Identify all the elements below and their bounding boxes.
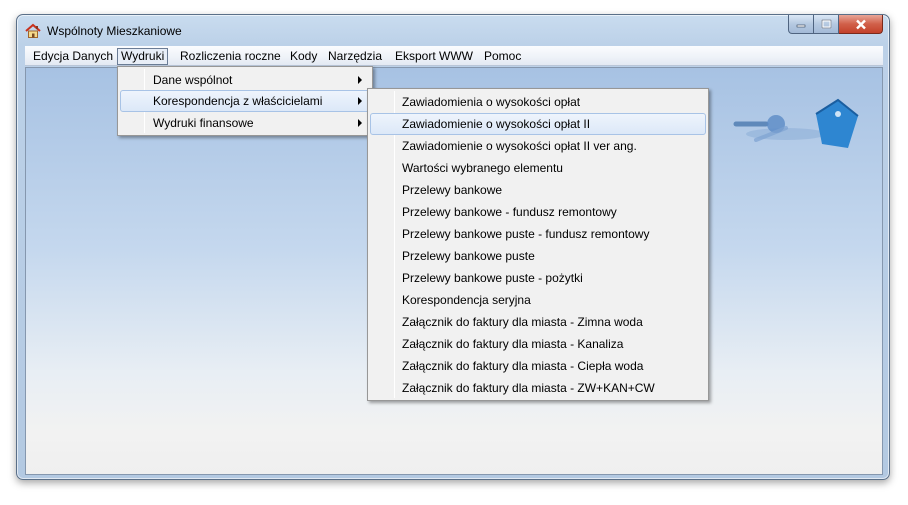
- menu-item-zalacznik-ciepla-woda[interactable]: Załącznik do faktury dla miasta - Ciepła…: [370, 355, 706, 377]
- menu-item-korespondencja-seryjna[interactable]: Korespondencja seryjna: [370, 289, 706, 311]
- menu-item-label: Przelewy bankowe puste - fundusz remonto…: [402, 227, 650, 241]
- minimize-button[interactable]: [788, 15, 814, 34]
- submenu-arrow-icon: [358, 76, 362, 84]
- menu-item-label: Załącznik do faktury dla miasta - ZW+KAN…: [402, 381, 655, 395]
- menu-item-wartosci-elementu[interactable]: Wartości wybranego elementu: [370, 157, 706, 179]
- menu-item-przelewy-puste-fundusz[interactable]: Przelewy bankowe puste - fundusz remonto…: [370, 223, 706, 245]
- menu-narzedzia[interactable]: Narzędzia: [324, 48, 386, 65]
- menu-item-przelewy-bankowe[interactable]: Przelewy bankowe: [370, 179, 706, 201]
- caption-buttons: [788, 15, 883, 35]
- submenu-arrow-icon: [358, 119, 362, 127]
- menu-kody[interactable]: Kody: [286, 48, 321, 65]
- menu-item-korespondencja[interactable]: Korespondencja z właścicielami: [120, 90, 370, 112]
- menu-item-label: Zawiadomienie o wysokości opłat II: [402, 117, 591, 131]
- menu-item-zawiadomienia-oplat[interactable]: Zawiadomienia o wysokości opłat: [370, 91, 706, 113]
- menu-item-label: Zawiadomienie o wysokości opłat II ver a…: [402, 139, 637, 153]
- window-title: Wspólnoty Mieszkaniowe: [47, 24, 182, 38]
- menu-item-label: Wydruki finansowe: [153, 116, 254, 130]
- maximize-button[interactable]: [814, 15, 839, 34]
- menu-item-zawiadomienie-oplat-ii[interactable]: Zawiadomienie o wysokości opłat II: [370, 113, 706, 135]
- menu-item-label: Przelewy bankowe - fundusz remontowy: [402, 205, 617, 219]
- menu-item-dane-wspolnot[interactable]: Dane wspólnot: [120, 69, 370, 91]
- menu-item-label: Załącznik do faktury dla miasta - Zimna …: [402, 315, 643, 329]
- menu-item-label: Korespondencja z właścicielami: [153, 94, 323, 108]
- menu-item-zalacznik-kanaliza[interactable]: Załącznik do faktury dla miasta - Kanali…: [370, 333, 706, 355]
- menu-eksport-www[interactable]: Eksport WWW: [391, 48, 477, 65]
- house-icon: [25, 23, 41, 38]
- close-icon: [855, 19, 866, 29]
- menu-bar: Edycja Danych Wydruki Rozliczenia roczne…: [25, 46, 883, 66]
- submenu-arrow-icon: [358, 97, 362, 105]
- title-bar[interactable]: Wspólnoty Mieszkaniowe: [17, 15, 889, 45]
- wydruki-menu: Dane wspólnot Korespondencja z właścicie…: [117, 66, 373, 136]
- menu-item-label: Korespondencja seryjna: [402, 293, 531, 307]
- menu-wydruki[interactable]: Wydruki: [117, 48, 169, 65]
- menu-item-label: Przelewy bankowe puste: [402, 249, 535, 263]
- menu-item-label: Przelewy bankowe puste - pożytki: [402, 271, 583, 285]
- menu-item-label: Wartości wybranego elementu: [402, 161, 563, 175]
- maximize-icon: [821, 19, 831, 29]
- menu-item-label: Przelewy bankowe: [402, 183, 503, 197]
- menu-pomoc[interactable]: Pomoc: [480, 48, 525, 65]
- menu-item-zawiadomienie-ii-ang[interactable]: Zawiadomienie o wysokości opłat II ver a…: [370, 135, 706, 157]
- menu-item-wydruki-finansowe[interactable]: Wydruki finansowe: [120, 112, 370, 134]
- menu-edycja-danych[interactable]: Edycja Danych: [29, 48, 117, 65]
- menu-item-przelewy-puste-pozytki[interactable]: Przelewy bankowe puste - pożytki: [370, 267, 706, 289]
- close-button[interactable]: [839, 15, 883, 34]
- menu-item-zalacznik-zimna-woda[interactable]: Załącznik do faktury dla miasta - Zimna …: [370, 311, 706, 333]
- menu-item-label: Załącznik do faktury dla miasta - Ciepła…: [402, 359, 644, 373]
- menu-item-label: Załącznik do faktury dla miasta - Kanali…: [402, 337, 624, 351]
- menu-item-label: Dane wspólnot: [153, 73, 233, 87]
- menu-rozliczenia-roczne[interactable]: Rozliczenia roczne: [176, 48, 285, 65]
- menu-item-przelewy-fundusz[interactable]: Przelewy bankowe - fundusz remontowy: [370, 201, 706, 223]
- menu-item-label: Zawiadomienia o wysokości opłat: [402, 95, 581, 109]
- minimize-icon: [796, 24, 806, 28]
- menu-item-zalacznik-zw-kan-cw[interactable]: Załącznik do faktury dla miasta - ZW+KAN…: [370, 377, 706, 399]
- korespondencja-submenu: Zawiadomienia o wysokości opłat Zawiadom…: [367, 88, 709, 401]
- menu-item-przelewy-puste[interactable]: Przelewy bankowe puste: [370, 245, 706, 267]
